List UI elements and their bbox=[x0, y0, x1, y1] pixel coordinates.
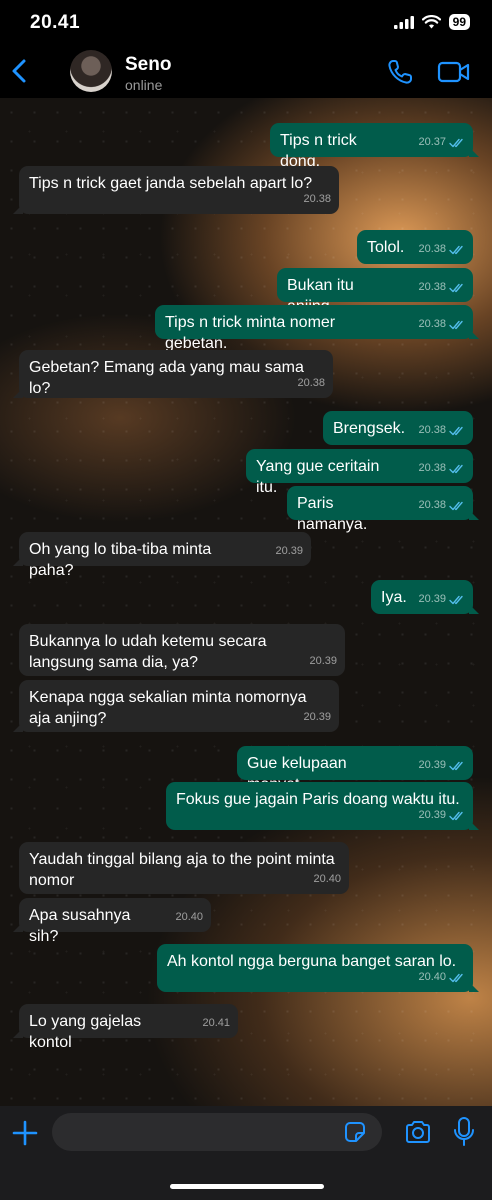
input-bar bbox=[0, 1106, 492, 1200]
message-time: 20.39 bbox=[303, 711, 331, 723]
incoming-message[interactable]: Yaudah tinggal bilang aja to the point m… bbox=[19, 842, 349, 894]
outgoing-message[interactable]: Gue kelupaan monyet.20.39 bbox=[237, 746, 473, 793]
message-time: 20.39 bbox=[275, 545, 303, 557]
incoming-message[interactable]: Oh yang lo tiba-tiba minta paha? 20.39 bbox=[13, 532, 311, 579]
message-text: Kenapa ngga sekalian minta nomornya aja … bbox=[29, 689, 307, 727]
message-time: 20.39 bbox=[418, 759, 446, 771]
read-ticks-icon bbox=[449, 426, 463, 435]
outgoing-message[interactable]: Paris namanya. 20.38 bbox=[287, 486, 479, 533]
message-text: Yaudah tinggal bilang aja to the point m… bbox=[29, 851, 335, 889]
message-time: 20.38 bbox=[418, 243, 446, 255]
message-time: 20.38 bbox=[303, 193, 331, 205]
message-meta: 20.39 bbox=[418, 589, 465, 610]
chat-header: Seno online bbox=[0, 44, 492, 98]
message-text: Gebetan? Emang ada yang mau sama lo? bbox=[29, 359, 304, 397]
message-time: 20.38 bbox=[418, 281, 446, 293]
home-indicator bbox=[170, 1184, 324, 1189]
outgoing-message[interactable]: Ah kontol ngga berguna banget saran lo. 2… bbox=[157, 944, 479, 992]
message-meta: 20.40 bbox=[175, 907, 203, 928]
message-time: 20.39 bbox=[418, 593, 446, 605]
message-text: Oh yang lo tiba-tiba minta paha? bbox=[29, 541, 212, 579]
read-ticks-icon bbox=[449, 501, 463, 510]
outgoing-message[interactable]: Bukan itu anjing.20.38 bbox=[277, 268, 473, 315]
message-meta: 20.39 bbox=[418, 755, 465, 776]
read-ticks-icon bbox=[449, 138, 463, 147]
contact-name[interactable]: Seno bbox=[125, 54, 171, 76]
incoming-message[interactable]: Lo yang gajelas kontol 20.41 bbox=[13, 1004, 238, 1051]
outgoing-message[interactable]: Tips n trick dong. 20.37 bbox=[270, 123, 479, 170]
message-time: 20.38 bbox=[297, 377, 325, 389]
message-time: 20.39 bbox=[309, 655, 337, 667]
read-ticks-icon bbox=[449, 245, 463, 254]
message-time: 20.40 bbox=[175, 911, 203, 923]
message-time: 20.39 bbox=[418, 809, 446, 821]
message-time: 20.38 bbox=[418, 424, 446, 436]
message-meta: 20.40 bbox=[418, 967, 465, 988]
status-icons: 99 bbox=[393, 14, 470, 30]
message-time: 20.37 bbox=[418, 136, 446, 148]
read-ticks-icon bbox=[449, 973, 463, 982]
message-text: Bukannya lo udah ketemu secara langsung … bbox=[29, 633, 267, 671]
message-meta: 20.38 bbox=[303, 189, 331, 210]
message-meta: 20.40 bbox=[313, 869, 341, 890]
message-time: 20.38 bbox=[418, 462, 446, 474]
read-ticks-icon bbox=[449, 595, 463, 604]
wifi-icon bbox=[421, 15, 441, 29]
status-time: 20.41 bbox=[30, 12, 81, 33]
outgoing-message[interactable]: Tolol. 20.38 bbox=[357, 230, 473, 264]
read-ticks-icon bbox=[449, 464, 463, 473]
message-meta: 20.39 bbox=[275, 541, 303, 562]
chat-area[interactable]: Tips n trick dong. 20.37 Tips n trick gaet… bbox=[0, 98, 492, 1106]
message-meta: 20.38 bbox=[418, 277, 465, 298]
message-meta: 20.38 bbox=[418, 314, 465, 335]
microphone-icon[interactable] bbox=[453, 1117, 475, 1147]
battery-indicator: 99 bbox=[448, 14, 470, 30]
read-ticks-icon bbox=[449, 761, 463, 770]
message-meta: 20.38 bbox=[418, 495, 465, 516]
read-ticks-icon bbox=[449, 811, 463, 820]
message-text: Lo yang gajelas kontol bbox=[29, 1013, 142, 1051]
contact-status: online bbox=[125, 77, 163, 93]
read-ticks-icon bbox=[449, 320, 463, 329]
video-camera-icon[interactable] bbox=[437, 60, 471, 84]
outgoing-message[interactable]: Brengsek. 20.38 bbox=[323, 411, 473, 445]
incoming-message[interactable]: Tips n trick gaet janda sebelah apart lo… bbox=[13, 166, 339, 214]
message-meta: 20.38 bbox=[418, 420, 465, 441]
message-time: 20.41 bbox=[202, 1017, 230, 1029]
read-ticks-icon bbox=[449, 283, 463, 292]
message-meta: 20.39 bbox=[418, 805, 465, 826]
message-input[interactable] bbox=[52, 1113, 382, 1151]
message-meta: 20.37 bbox=[418, 132, 465, 153]
message-meta: 20.38 bbox=[418, 458, 465, 479]
message-meta: 20.39 bbox=[303, 707, 331, 728]
message-meta: 20.39 bbox=[309, 651, 337, 672]
plus-icon[interactable] bbox=[12, 1120, 38, 1146]
message-time: 20.38 bbox=[418, 499, 446, 511]
message-time: 20.38 bbox=[418, 318, 446, 330]
back-icon[interactable] bbox=[8, 58, 32, 84]
sticker-icon[interactable] bbox=[344, 1121, 366, 1143]
message-meta: 20.38 bbox=[297, 373, 325, 394]
outgoing-message[interactable]: Tips n trick minta nomer gebetan. 20.38 bbox=[155, 305, 479, 352]
incoming-message[interactable]: Gebetan? Emang ada yang mau sama lo? 20.3… bbox=[13, 350, 333, 398]
message-time: 20.40 bbox=[418, 971, 446, 983]
phone-icon[interactable] bbox=[386, 58, 414, 86]
incoming-message[interactable]: Apa susahnya sih? 20.40 bbox=[13, 898, 211, 945]
message-meta: 20.41 bbox=[202, 1013, 230, 1034]
avatar[interactable] bbox=[70, 50, 112, 92]
status-bar: 20.41 99 bbox=[0, 0, 492, 44]
signal-icon bbox=[393, 15, 414, 29]
message-meta: 20.38 bbox=[418, 239, 465, 260]
outgoing-message[interactable]: Yang gue ceritain itu. 20.38 bbox=[246, 449, 473, 496]
incoming-message[interactable]: Bukannya lo udah ketemu secara langsung … bbox=[19, 624, 345, 676]
camera-icon[interactable] bbox=[404, 1120, 432, 1144]
message-text: Tips n trick gaet janda sebelah apart lo… bbox=[29, 175, 313, 192]
outgoing-message[interactable]: Fokus gue jagain Paris doang waktu itu. 2… bbox=[166, 782, 479, 830]
outgoing-message[interactable]: Iya. 20.39 bbox=[371, 580, 479, 614]
incoming-message[interactable]: Kenapa ngga sekalian minta nomornya aja … bbox=[13, 680, 339, 732]
message-time: 20.40 bbox=[313, 873, 341, 885]
